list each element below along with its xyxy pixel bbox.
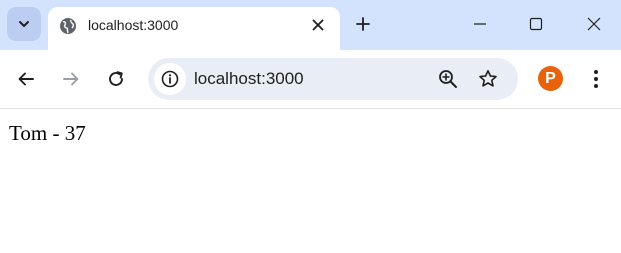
bookmark-button[interactable] bbox=[477, 68, 499, 90]
reload-button[interactable] bbox=[104, 67, 128, 91]
plus-icon bbox=[356, 17, 370, 31]
forward-button[interactable] bbox=[59, 67, 83, 91]
close-window-button[interactable] bbox=[583, 13, 605, 35]
close-icon bbox=[312, 19, 324, 31]
tab-search-button[interactable] bbox=[7, 7, 41, 41]
new-tab-button[interactable] bbox=[352, 13, 374, 35]
maximize-icon bbox=[529, 17, 543, 31]
kebab-menu-icon bbox=[594, 70, 598, 88]
browser-titlebar: localhost:3000 bbox=[0, 0, 621, 50]
site-info-button[interactable] bbox=[154, 63, 186, 95]
close-window-icon bbox=[587, 17, 601, 31]
zoom-button[interactable] bbox=[437, 68, 459, 90]
address-bar[interactable]: localhost:3000 bbox=[148, 58, 518, 100]
maximize-button[interactable] bbox=[525, 13, 547, 35]
zoom-icon bbox=[439, 70, 457, 88]
minimize-button[interactable] bbox=[469, 13, 491, 35]
globe-icon bbox=[60, 18, 76, 34]
menu-button[interactable] bbox=[586, 67, 606, 91]
back-arrow-icon bbox=[18, 72, 34, 86]
tab-close-button[interactable] bbox=[308, 15, 328, 35]
profile-extension-icon: P bbox=[545, 69, 556, 87]
page-content: Tom - 37 bbox=[0, 109, 621, 253]
profile-extension-button[interactable]: P bbox=[538, 66, 563, 91]
back-button[interactable] bbox=[14, 67, 38, 91]
minimize-icon bbox=[474, 23, 486, 25]
site-info-icon bbox=[161, 70, 179, 88]
tab-title: localhost:3000 bbox=[88, 17, 179, 33]
bookmark-star-icon bbox=[479, 70, 497, 87]
forward-arrow-icon bbox=[63, 72, 79, 86]
browser-tab[interactable]: localhost:3000 bbox=[48, 7, 340, 50]
reload-icon bbox=[109, 71, 123, 86]
browser-toolbar: localhost:3000 P bbox=[0, 50, 621, 109]
chevron-down-icon bbox=[19, 21, 29, 27]
page-text: Tom - 37 bbox=[9, 121, 86, 145]
url-text[interactable]: localhost:3000 bbox=[194, 69, 304, 89]
